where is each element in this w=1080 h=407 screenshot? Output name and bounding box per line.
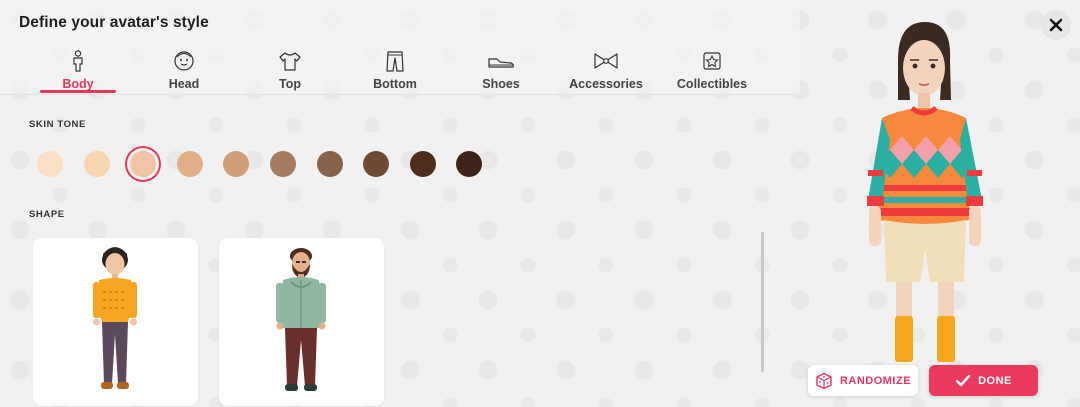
skin-tone-swatch[interactable] xyxy=(84,151,110,177)
tab-label: Top xyxy=(279,77,301,91)
tab-label: Body xyxy=(62,77,94,91)
star-box-icon xyxy=(698,50,726,72)
skin-tone-swatch[interactable] xyxy=(456,151,482,177)
dice-icon xyxy=(816,372,832,389)
tab-label: Collectibles xyxy=(676,77,748,91)
tab-label: Accessories xyxy=(569,77,643,91)
skin-tone-swatch[interactable] xyxy=(270,151,296,177)
avatar-preview-figure xyxy=(867,22,983,362)
tab-collectibles[interactable]: Collectibles xyxy=(672,50,752,94)
tab-head[interactable]: Head xyxy=(159,50,209,94)
bow-icon xyxy=(592,50,620,72)
done-label: DONE xyxy=(978,374,1012,387)
skin-tone-swatch[interactable] xyxy=(130,151,156,177)
shoe-icon xyxy=(487,50,515,72)
done-button[interactable]: DONE xyxy=(929,365,1038,396)
skin-tone-swatch[interactable] xyxy=(223,151,249,177)
scrollbar[interactable] xyxy=(761,232,764,372)
category-tabs: Body Head Top Bottom Shoes Accessories C… xyxy=(0,50,800,94)
randomize-button[interactable]: RANDOMIZE xyxy=(808,365,918,396)
female-avatar-figure xyxy=(93,247,137,389)
tab-shoes[interactable]: Shoes xyxy=(476,50,526,94)
skin-tone-swatch[interactable] xyxy=(410,151,436,177)
pants-icon xyxy=(381,50,409,72)
shape-option-male[interactable] xyxy=(219,238,384,406)
shape-label: SHAPE xyxy=(29,209,65,220)
tab-body[interactable]: Body xyxy=(53,50,103,94)
tab-label: Head xyxy=(168,77,200,91)
active-tab-indicator xyxy=(40,90,116,93)
tab-top[interactable]: Top xyxy=(265,50,315,94)
avatar-preview xyxy=(820,0,1080,407)
skin-tone-label: SKIN TONE xyxy=(29,119,86,130)
head-icon xyxy=(170,50,198,72)
randomize-label: RANDOMIZE xyxy=(839,374,912,387)
male-avatar-figure xyxy=(276,248,326,391)
skin-tone-swatch[interactable] xyxy=(363,151,389,177)
tab-label: Shoes xyxy=(482,77,520,91)
skin-tone-swatch[interactable] xyxy=(177,151,203,177)
check-icon xyxy=(955,374,971,386)
tab-label: Bottom xyxy=(373,77,417,91)
skin-tone-swatch[interactable] xyxy=(317,151,343,177)
body-icon xyxy=(64,50,92,72)
tab-bottom[interactable]: Bottom xyxy=(370,50,420,94)
tab-accessories[interactable]: Accessories xyxy=(566,50,646,94)
skin-tone-swatch[interactable] xyxy=(37,151,63,177)
shape-option-female[interactable] xyxy=(33,238,198,406)
page-title: Define your avatar's style xyxy=(19,14,209,31)
shirt-icon xyxy=(276,50,304,72)
